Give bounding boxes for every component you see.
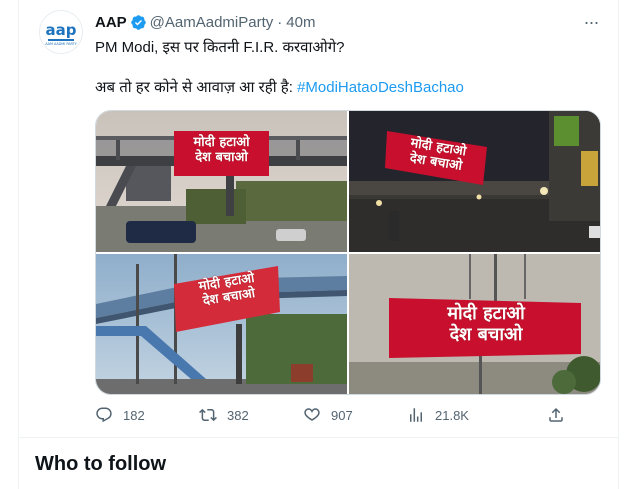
media-grid: मोदी हटाओ देश बचाओ मोदी हटाओ देश बचाओ मो… <box>95 110 601 395</box>
photo-1-scene <box>96 111 347 252</box>
more-options-icon[interactable]: ··· <box>579 13 603 31</box>
hashtag-link[interactable]: #ModiHataoDeshBachao <box>297 79 464 96</box>
photo-1-banner-line2: देश बचाओ <box>195 149 248 165</box>
tweet-text-line2-prefix: अब तो हर कोने से आवाज़ आ रही है: <box>95 79 298 96</box>
tweet-text-line2: अब तो हर कोने से आवाज़ आ रही है: #ModiHa… <box>95 78 595 98</box>
photo-4-banner-line1: मोदी हटाओ <box>447 303 525 324</box>
avatar-logo-subtext: AAM AADMI PARTY <box>45 42 77 46</box>
header-separator: · <box>277 13 283 31</box>
who-to-follow-heading: Who to follow <box>35 453 167 475</box>
tweet-text-line1: PM Modi, इस पर कितनी F.I.R. करवाओगे? <box>95 39 345 56</box>
tweet-time[interactable]: 40m <box>286 14 315 31</box>
author-name[interactable]: AAP <box>95 14 127 31</box>
reply-icon <box>96 407 112 423</box>
retweet-count: 382 <box>227 407 249 423</box>
verified-badge-icon <box>130 14 146 30</box>
avatar-logo-text: aap <box>46 21 77 39</box>
tweet[interactable]: aap AAM AADMI PARTY AAP @AamAadmiParty ·… <box>19 0 618 437</box>
photo-2[interactable]: मोदी हटाओ देश बचाओ <box>349 111 600 252</box>
photo-3[interactable]: मोदी हटाओ देश बचाओ <box>96 254 347 394</box>
timeline-border-right <box>618 0 619 489</box>
views-count: 21.8K <box>435 407 469 423</box>
like-count: 907 <box>331 407 353 423</box>
retweet-icon <box>199 408 217 422</box>
like-button[interactable]: 907 <box>303 406 407 424</box>
share-icon <box>549 407 563 422</box>
tweet-text: PM Modi, इस पर कितनी F.I.R. करवाओगे? अब … <box>95 38 595 98</box>
photo-4[interactable]: मोदी हटाओ देश बचाओ <box>349 254 600 394</box>
photo-1-banner-line1: मोदी हटाओ <box>193 135 250 150</box>
views-button[interactable]: 21.8K <box>407 406 511 424</box>
views-chart-icon <box>410 408 422 422</box>
author-handle[interactable]: @AamAadmiParty <box>150 14 274 31</box>
photo-1[interactable]: मोदी हटाओ देश बचाओ <box>96 111 347 252</box>
left-gutter <box>0 0 18 489</box>
reply-count: 182 <box>123 407 145 423</box>
heart-icon <box>304 408 320 421</box>
reply-button[interactable]: 182 <box>95 406 199 424</box>
avatar[interactable]: aap AAM AADMI PARTY <box>39 10 83 54</box>
tweet-header: AAP @AamAadmiParty · 40m <box>95 12 315 32</box>
tweet-actions: 182 382 907 21.8K <box>95 405 565 425</box>
share-button[interactable] <box>547 406 565 424</box>
section-divider <box>19 437 619 438</box>
photo-4-banner-line2: देश बचाओ <box>449 323 523 345</box>
photo-2-scene <box>349 111 600 252</box>
retweet-button[interactable]: 382 <box>199 406 303 424</box>
aap-logo-icon: aap AAM AADMI PARTY <box>40 11 82 53</box>
